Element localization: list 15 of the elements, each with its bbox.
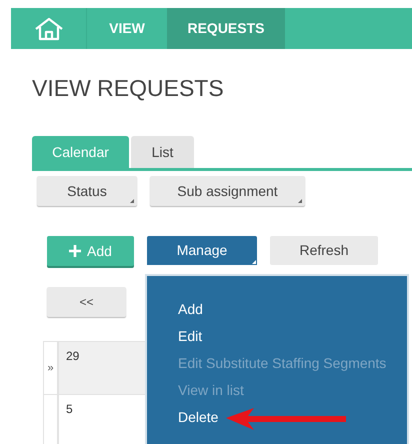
manage-button[interactable]: Manage: [147, 236, 257, 265]
refresh-button[interactable]: Refresh: [270, 236, 378, 265]
plus-icon: [69, 245, 82, 257]
content-tab[interactable]: List: [131, 136, 194, 168]
arrow-icon: [226, 408, 348, 430]
filter-dropdown[interactable]: Sub assignment: [150, 176, 305, 206]
page-title: VIEW REQUESTS: [32, 77, 225, 100]
previous-button[interactable]: <<: [47, 287, 126, 317]
nav-tab[interactable]: REQUESTS: [167, 8, 285, 49]
menu-item[interactable]: Add: [178, 300, 203, 319]
corner-icon: [130, 199, 134, 203]
filter-dropdown[interactable]: Status: [37, 176, 137, 206]
corner-icon: [252, 260, 256, 264]
home-icon: [34, 16, 64, 40]
corner-icon: [298, 199, 302, 203]
